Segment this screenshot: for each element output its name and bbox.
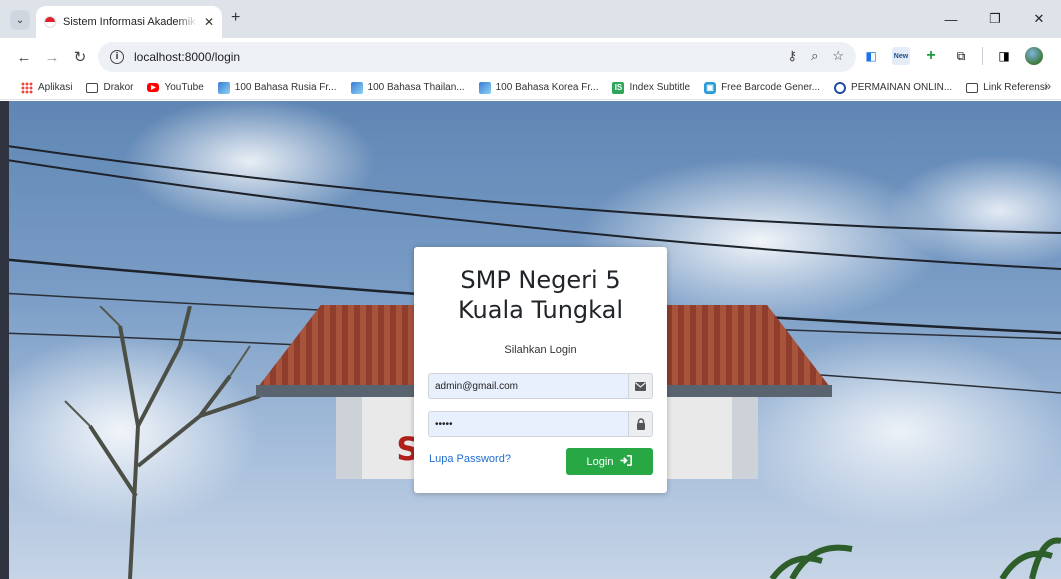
title-line-2: Kuala Tungkal bbox=[458, 296, 623, 324]
bookmark-permainan-online[interactable]: PERMAINAN ONLIN... bbox=[829, 78, 957, 98]
window-left-edge bbox=[0, 101, 9, 579]
bookmark-youtube[interactable]: ▶ YouTube bbox=[142, 78, 208, 98]
bookmark-drakor[interactable]: Drakor bbox=[81, 78, 138, 98]
bookmark-star-icon[interactable]: ☆ bbox=[832, 48, 844, 64]
apps-grid-icon bbox=[21, 81, 33, 94]
tab-title: Sistem Informasi Akademik SMP bbox=[63, 16, 197, 28]
new-extension-icon[interactable]: New bbox=[892, 47, 910, 65]
bookmark-bahasa-thailand[interactable]: 100 Bahasa Thailan... bbox=[346, 78, 470, 98]
bookmark-label: Drakor bbox=[103, 82, 134, 93]
site-info-icon[interactable]: i bbox=[110, 50, 124, 64]
email-input-group bbox=[428, 373, 653, 399]
image-icon bbox=[478, 81, 491, 94]
bookmarks-bar: Aplikasi Drakor ▶ YouTube 100 Bahasa Rusi… bbox=[0, 76, 1061, 100]
minimize-button[interactable]: — bbox=[929, 0, 973, 38]
browser-tab-active[interactable]: Sistem Informasi Akademik SMP ✕ bbox=[36, 6, 222, 38]
lock-icon bbox=[628, 411, 653, 437]
login-card: SMP Negeri 5 Kuala Tungkal Silahkan Logi… bbox=[414, 247, 667, 493]
more-bookmarks-chevron-icon[interactable]: » bbox=[1044, 79, 1051, 93]
plus-extension-icon[interactable]: + bbox=[922, 47, 940, 65]
bookmark-label: Aplikasi bbox=[38, 82, 73, 93]
title-line-1: SMP Negeri 5 bbox=[460, 266, 621, 294]
side-panel-icon[interactable]: ◨ bbox=[995, 47, 1013, 65]
bookmark-bahasa-korea[interactable]: 100 Bahasa Korea Fr... bbox=[474, 78, 604, 98]
page-title: SMP Negeri 5 Kuala Tungkal bbox=[414, 265, 667, 325]
forward-arrow-icon[interactable]: → bbox=[42, 47, 62, 67]
bookmark-label: Link Referensi bbox=[983, 82, 1048, 93]
window-close-button[interactable]: ✕ bbox=[1017, 0, 1061, 38]
folder-icon bbox=[86, 82, 99, 93]
new-badge-label: New bbox=[893, 52, 909, 60]
image-icon bbox=[217, 81, 230, 94]
bookmark-bahasa-rusia[interactable]: 100 Bahasa Rusia Fr... bbox=[213, 78, 342, 98]
login-button-label: Login bbox=[586, 455, 614, 468]
bookmark-label: Index Subtitle bbox=[629, 82, 691, 93]
login-subtitle: Silahkan Login bbox=[504, 344, 577, 356]
bookmark-label: PERMAINAN ONLIN... bbox=[851, 82, 953, 93]
bookmark-label: 100 Bahasa Rusia Fr... bbox=[234, 82, 337, 93]
restore-button[interactable]: ❐ bbox=[973, 0, 1017, 38]
extensions-puzzle-icon[interactable]: ⧉ bbox=[952, 47, 970, 65]
password-field[interactable] bbox=[428, 411, 628, 437]
forgot-password-link[interactable]: Lupa Password? bbox=[429, 453, 511, 465]
tab-close-icon[interactable]: ✕ bbox=[204, 15, 214, 29]
indonesia-flag-favicon-icon bbox=[44, 16, 56, 28]
browser-tab-bar: ⌄ Sistem Informasi Akademik SMP ✕ + — ❐ … bbox=[0, 0, 1061, 38]
browser-toolbar: ← → ↻ i localhost:8000/login ⚷ ⌕ ☆ ◧ New… bbox=[0, 38, 1061, 76]
bookmark-label: 100 Bahasa Korea Fr... bbox=[495, 82, 599, 93]
bookmark-label: 100 Bahasa Thailan... bbox=[367, 82, 465, 93]
email-field[interactable] bbox=[428, 373, 628, 399]
sign-in-icon bbox=[620, 454, 633, 469]
bookmark-free-barcode[interactable]: ▣ Free Barcode Gener... bbox=[699, 78, 825, 98]
palm-trees bbox=[769, 537, 1061, 579]
reload-icon[interactable]: ↻ bbox=[70, 47, 90, 67]
youtube-icon: ▶ bbox=[147, 83, 160, 92]
window-controls: — ❐ ✕ bbox=[929, 0, 1061, 38]
profile-avatar[interactable] bbox=[1025, 47, 1043, 65]
index-subtitle-icon: IS bbox=[612, 81, 625, 94]
omnibox-actions: ⚷ ⌕ ☆ bbox=[788, 48, 844, 64]
barcode-site-icon: ▣ bbox=[704, 81, 717, 94]
bookmark-aplikasi[interactable]: Aplikasi bbox=[16, 78, 77, 98]
globe-icon bbox=[834, 81, 847, 94]
extensions-area: ◧ New + ⧉ ◨ ⋮ bbox=[862, 47, 1061, 65]
password-input-group bbox=[428, 411, 653, 437]
bookmark-label: Free Barcode Gener... bbox=[721, 82, 821, 93]
bookmark-label: YouTube bbox=[164, 82, 204, 93]
new-tab-button[interactable]: + bbox=[231, 9, 240, 27]
password-key-icon[interactable]: ⚷ bbox=[788, 48, 798, 64]
back-arrow-icon[interactable]: ← bbox=[14, 47, 34, 67]
bookmark-index-subtitle[interactable]: IS Index Subtitle bbox=[607, 78, 695, 98]
bookmark-link-referensi[interactable]: Link Referensi bbox=[961, 78, 1052, 98]
url-text[interactable]: localhost:8000/login bbox=[134, 50, 240, 64]
address-bar[interactable]: i localhost:8000/login ⚷ ⌕ ☆ bbox=[98, 42, 856, 72]
browser-menu-icon[interactable]: ⋮ bbox=[1055, 47, 1061, 65]
folder-icon bbox=[966, 82, 979, 93]
zoom-icon[interactable]: ⌕ bbox=[811, 48, 818, 64]
login-button[interactable]: Login bbox=[566, 448, 653, 475]
translate-extension-icon[interactable]: ◧ bbox=[862, 47, 880, 65]
toolbar-divider bbox=[982, 47, 983, 65]
envelope-icon bbox=[628, 373, 653, 399]
image-icon bbox=[350, 81, 363, 94]
tab-search-chevron-icon[interactable]: ⌄ bbox=[10, 10, 30, 30]
